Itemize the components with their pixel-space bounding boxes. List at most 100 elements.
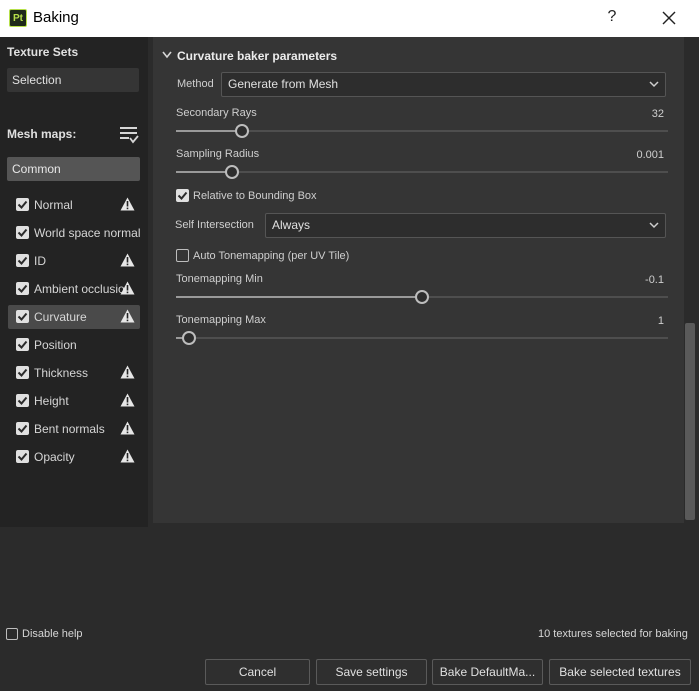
mesh-map-item[interactable]: Position bbox=[8, 333, 140, 357]
mesh-map-item[interactable]: ID bbox=[8, 249, 140, 273]
secondary-rays-label: Secondary Rays bbox=[176, 107, 257, 119]
mesh-map-label: ID bbox=[34, 254, 46, 268]
app-logo: Pt bbox=[9, 9, 27, 27]
method-dropdown[interactable]: Generate from Mesh bbox=[221, 72, 666, 97]
method-label: Method bbox=[177, 78, 214, 90]
mesh-map-item[interactable]: Thickness bbox=[8, 361, 140, 385]
slider-handle[interactable] bbox=[225, 165, 239, 179]
slider-fill bbox=[176, 171, 232, 173]
mesh-map-checkbox[interactable] bbox=[16, 422, 29, 435]
warning-icon bbox=[120, 449, 135, 463]
self-intersection-value: Always bbox=[272, 218, 311, 232]
mesh-map-item[interactable]: Normal bbox=[8, 193, 140, 217]
mesh-map-checkbox[interactable] bbox=[16, 310, 29, 323]
tonemapping-max-slider[interactable] bbox=[176, 331, 668, 345]
relative-bbox-checkbox[interactable] bbox=[176, 189, 189, 202]
window-title: Baking bbox=[33, 9, 79, 26]
mesh-map-item[interactable]: World space normal bbox=[8, 221, 141, 245]
texture-sets-label: Texture Sets bbox=[7, 45, 79, 59]
mesh-map-checkbox[interactable] bbox=[16, 226, 29, 239]
mesh-map-checkbox[interactable] bbox=[16, 338, 29, 351]
mesh-map-label: Height bbox=[34, 394, 69, 408]
warning-icon bbox=[120, 421, 135, 435]
mesh-map-label: Thickness bbox=[34, 366, 89, 380]
mesh-map-label: Ambient occlusion bbox=[34, 282, 132, 296]
check-icon bbox=[17, 452, 28, 461]
warning-icon bbox=[120, 281, 135, 295]
mesh-maps-menu-button[interactable] bbox=[119, 125, 139, 145]
list-check-icon bbox=[120, 127, 139, 144]
check-icon bbox=[17, 256, 28, 265]
texture-set-selection[interactable]: Selection bbox=[7, 68, 139, 92]
self-intersection-dropdown[interactable]: Always bbox=[265, 213, 666, 238]
close-button[interactable] bbox=[659, 8, 679, 28]
disable-help-label: Disable help bbox=[22, 628, 83, 640]
slider-fill bbox=[176, 296, 422, 298]
mesh-map-item[interactable]: Opacity bbox=[8, 445, 140, 469]
tonemapping-max-value[interactable]: 1 bbox=[604, 315, 664, 327]
warning-icon bbox=[120, 393, 135, 407]
check-icon bbox=[17, 396, 28, 405]
check-icon bbox=[17, 368, 28, 377]
mesh-map-item[interactable]: Bent normals bbox=[8, 417, 140, 441]
mesh-map-label: Position bbox=[34, 338, 77, 352]
mesh-map-item[interactable]: Ambient occlusion bbox=[8, 277, 140, 301]
sampling-radius-label: Sampling Radius bbox=[176, 148, 260, 160]
check-icon bbox=[17, 200, 28, 209]
title-bar: Pt Baking ? bbox=[0, 0, 699, 37]
slider-fill bbox=[176, 130, 242, 132]
check-icon bbox=[17, 424, 28, 433]
mesh-map-item[interactable]: Curvature bbox=[8, 305, 140, 329]
mesh-map-label: Curvature bbox=[34, 310, 87, 324]
auto-tonemapping-label: Auto Tonemapping (per UV Tile) bbox=[193, 250, 350, 262]
mesh-map-checkbox[interactable] bbox=[16, 450, 29, 463]
tonemapping-min-slider[interactable] bbox=[176, 290, 668, 304]
check-icon bbox=[17, 312, 28, 321]
mesh-map-checkbox[interactable] bbox=[16, 254, 29, 267]
status-text: 10 textures selected for baking bbox=[538, 628, 688, 640]
close-icon bbox=[662, 11, 676, 25]
chevron-down-icon bbox=[649, 81, 659, 88]
mesh-map-label: Bent normals bbox=[34, 422, 105, 436]
mesh-map-checkbox[interactable] bbox=[16, 282, 29, 295]
mesh-map-label: Opacity bbox=[34, 450, 75, 464]
warning-icon bbox=[120, 253, 135, 267]
slider-handle[interactable] bbox=[182, 331, 196, 345]
common-button[interactable]: Common bbox=[7, 157, 140, 181]
warning-icon bbox=[120, 365, 135, 379]
help-button[interactable]: ? bbox=[604, 8, 620, 28]
secondary-rays-value[interactable]: 32 bbox=[604, 108, 664, 120]
mesh-map-label: Normal bbox=[34, 198, 73, 212]
scrollbar-thumb[interactable] bbox=[685, 323, 695, 520]
method-value: Generate from Mesh bbox=[228, 77, 339, 91]
warning-icon bbox=[120, 197, 135, 211]
check-icon bbox=[177, 191, 188, 200]
mesh-map-item[interactable]: Height bbox=[8, 389, 140, 413]
mesh-map-checkbox[interactable] bbox=[16, 394, 29, 407]
mesh-map-checkbox[interactable] bbox=[16, 366, 29, 379]
slider-handle[interactable] bbox=[235, 124, 249, 138]
mesh-map-checkbox[interactable] bbox=[16, 198, 29, 211]
mesh-maps-label: Mesh maps: bbox=[7, 127, 77, 141]
bake-selected-button[interactable]: Bake selected textures bbox=[549, 659, 691, 685]
disable-help-checkbox[interactable] bbox=[6, 628, 18, 640]
relative-bbox-label: Relative to Bounding Box bbox=[193, 190, 317, 202]
check-icon bbox=[17, 340, 28, 349]
cancel-button[interactable]: Cancel bbox=[205, 659, 310, 685]
warning-icon bbox=[120, 309, 135, 323]
bake-default-button[interactable]: Bake DefaultMa... bbox=[432, 659, 543, 685]
mesh-map-label: World space normal bbox=[34, 226, 141, 240]
slider-handle[interactable] bbox=[415, 290, 429, 304]
check-icon bbox=[17, 228, 28, 237]
auto-tonemapping-checkbox[interactable] bbox=[176, 249, 189, 262]
chevron-down-icon[interactable] bbox=[162, 51, 172, 59]
section-title[interactable]: Curvature baker parameters bbox=[177, 49, 337, 63]
sampling-radius-slider[interactable] bbox=[176, 165, 668, 179]
tonemapping-min-value[interactable]: -0.1 bbox=[604, 274, 664, 286]
sampling-radius-value[interactable]: 0.001 bbox=[604, 149, 664, 161]
self-intersection-label: Self Intersection bbox=[175, 219, 254, 231]
chevron-down-icon bbox=[649, 222, 659, 229]
check-icon bbox=[17, 284, 28, 293]
save-settings-button[interactable]: Save settings bbox=[316, 659, 427, 685]
secondary-rays-slider[interactable] bbox=[176, 124, 668, 138]
